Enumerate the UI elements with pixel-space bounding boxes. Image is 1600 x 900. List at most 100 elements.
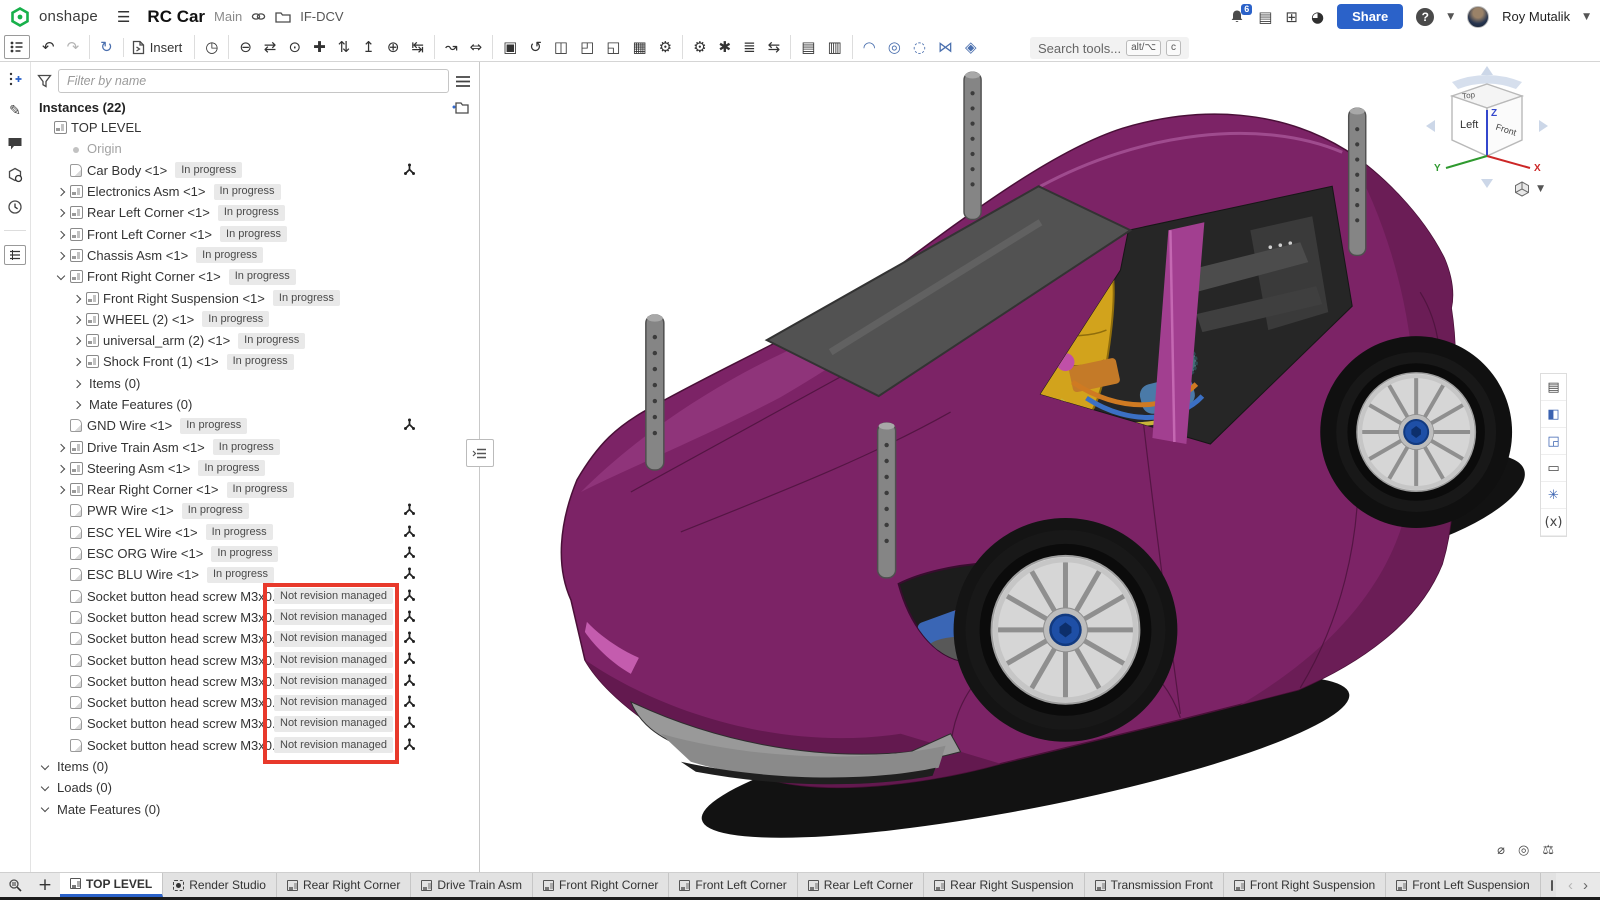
axis-move-icon[interactable]: ⊕	[381, 35, 406, 59]
app-store-icon[interactable]: ⊞	[1285, 8, 1298, 26]
bowtie-view-icon[interactable]: ⋈	[932, 35, 959, 59]
expander-icon[interactable]	[70, 380, 84, 387]
viewport-3d[interactable]: Top Left Front Z X Y ▼ ▤◧◲▭✳(x)	[481, 62, 1600, 872]
expander-icon[interactable]	[54, 275, 68, 279]
tree-row[interactable]: Socket button head screw M3x0.5 x 8 <1> …	[31, 628, 479, 649]
help-caret-icon[interactable]: ▼	[1447, 12, 1454, 22]
gear-relations-icon[interactable]: ⚙	[653, 35, 678, 59]
tree-row[interactable]: Steering Asm <1> In progress	[31, 458, 479, 479]
link-icon[interactable]	[251, 12, 266, 21]
tab-prev-icon[interactable]: ‹	[1568, 877, 1573, 894]
document-tab[interactable]: Transmission Front	[1085, 873, 1224, 897]
translate-icon[interactable]: ⊙	[283, 35, 308, 59]
rain-view-icon[interactable]: ◌	[907, 35, 932, 59]
tree-row[interactable]: Mate Features (0)	[31, 799, 479, 820]
expander-icon[interactable]	[38, 765, 52, 769]
mate-connector-icon[interactable]	[403, 652, 416, 665]
document-tab[interactable]: Drive Train Asm	[411, 873, 533, 897]
named-positions-icon[interactable]: ↺	[523, 35, 548, 59]
expander-icon[interactable]	[54, 252, 68, 259]
add-tab-button[interactable]: +	[30, 873, 60, 897]
tree-row[interactable]: TOP LEVEL	[31, 117, 479, 138]
tree-row[interactable]: Drive Train Asm <1> In progress	[31, 436, 479, 457]
mate-connector-icon[interactable]	[403, 716, 416, 729]
sketch-curve-icon[interactable]: ◠	[852, 35, 882, 59]
section-view-icon[interactable]: ◫	[548, 35, 574, 59]
tree-row[interactable]: Chassis Asm <1> In progress	[31, 245, 479, 266]
tree-row[interactable]: Rear Right Corner <1> In progress	[31, 479, 479, 500]
mate-connector-icon[interactable]	[403, 631, 416, 644]
expander-icon[interactable]	[70, 358, 84, 365]
expander-icon[interactable]	[70, 316, 84, 323]
filter-funnel-icon[interactable]	[37, 74, 52, 88]
tree-row[interactable]: Electronics Asm <1> In progress	[31, 181, 479, 202]
explode-follow-icon[interactable]	[6, 166, 24, 184]
lift-icon[interactable]: ↥	[356, 35, 381, 59]
share-button[interactable]: Share	[1337, 4, 1403, 29]
mate-connector-icon[interactable]	[403, 674, 416, 687]
document-title[interactable]: RC Car	[147, 7, 205, 27]
tree-row[interactable]: Front Left Corner <1> In progress	[31, 223, 479, 244]
user-name[interactable]: Roy Mutalik	[1502, 9, 1570, 24]
spline-drag-icon[interactable]: ↝	[434, 35, 464, 59]
drag-icon[interactable]: ⊖	[228, 35, 258, 59]
list-options-icon[interactable]	[455, 75, 471, 88]
free-drag-icon[interactable]: ⇅	[332, 35, 357, 59]
replicate-icon[interactable]: ⇆	[762, 35, 787, 59]
snap-icon[interactable]: ↹	[405, 35, 430, 59]
tree-row[interactable]: WHEEL (2) <1> In progress	[31, 309, 479, 330]
folder-name[interactable]: IF-DCV	[300, 9, 343, 24]
tree-row[interactable]: Loads (0)	[31, 777, 479, 798]
mate-connector-icon[interactable]	[403, 738, 416, 751]
bom-table-icon[interactable]: ▤	[790, 35, 821, 59]
user-caret-icon[interactable]: ▼	[1583, 12, 1590, 22]
mate-connector-icon[interactable]	[403, 695, 416, 708]
mass-properties-icon[interactable]: ⚖	[1542, 843, 1554, 858]
bom-rail-icon[interactable]	[4, 245, 26, 265]
history-icon[interactable]: ◷	[194, 35, 224, 59]
mate-connector-icon[interactable]	[403, 567, 416, 580]
comments-icon[interactable]	[6, 134, 24, 152]
undo-icon[interactable]: ↶	[36, 35, 61, 59]
appearance-grid-icon[interactable]: ▦	[626, 35, 652, 59]
document-tab[interactable]: TOP LEVEL	[60, 873, 163, 897]
expander-icon[interactable]	[54, 444, 68, 451]
expander-icon[interactable]	[70, 401, 84, 408]
mate-connector-icon[interactable]	[403, 163, 416, 176]
document-tab[interactable]: Front Left Corner	[669, 873, 797, 897]
notifications-bell-icon[interactable]: 6	[1229, 9, 1245, 25]
hamburger-menu-icon[interactable]: ☰	[117, 8, 130, 26]
snapshot-icon[interactable]: ◎	[1518, 843, 1529, 858]
frame-tools-icon[interactable]: ▥	[821, 35, 847, 59]
tree-row[interactable]: GND Wire <1> In progress	[31, 415, 479, 436]
sync-assembly-icon[interactable]: ↻	[89, 35, 119, 59]
document-tab[interactable]: Rear Right Suspension	[924, 873, 1084, 897]
grab-part-icon[interactable]: ◱	[600, 35, 626, 59]
document-tab[interactable]: Front Right Corner	[533, 873, 669, 897]
tree-row[interactable]: Items (0)	[31, 373, 479, 394]
tree-row[interactable]: Front Right Corner <1> In progress	[31, 266, 479, 287]
tab-search-icon[interactable]	[0, 873, 30, 897]
doc-list-icon[interactable]: ▤	[1258, 8, 1272, 26]
cube-top-label[interactable]: Top	[1462, 90, 1477, 101]
redo-icon[interactable]: ↷	[61, 35, 86, 59]
measure-distance-icon[interactable]: ⇔	[464, 35, 489, 59]
mate-icon[interactable]: ⚙	[682, 35, 712, 59]
assembly-tree-toggle[interactable]	[4, 35, 30, 59]
tree-row[interactable]: Car Body <1> In progress	[31, 160, 479, 181]
view-mode-caret-icon[interactable]: ▼	[1537, 184, 1544, 194]
onshape-logo-icon[interactable]	[10, 7, 30, 27]
insert-panel-icon[interactable]: ◲	[1541, 428, 1566, 455]
view-cube[interactable]: Top Left Front Z X Y	[1422, 64, 1552, 194]
tree-row[interactable]: Socket button head screw M3x0.5 x 8 <5> …	[31, 607, 479, 628]
tree-row[interactable]: ESC BLU Wire <1> In progress	[31, 564, 479, 585]
appearance-editor-icon[interactable]: ✎	[6, 102, 24, 120]
help-button[interactable]: ?	[1416, 8, 1434, 26]
view-mode-button[interactable]: ▼	[1513, 180, 1544, 198]
expander-icon[interactable]	[54, 486, 68, 493]
learning-center-icon[interactable]: ◕	[1311, 8, 1324, 26]
tree-row[interactable]: Socket button head screw M3x0.5 x 8 <7> …	[31, 692, 479, 713]
tree-row[interactable]: PWR Wire <1> In progress	[31, 500, 479, 521]
tree-row[interactable]: Socket button head screw M3x0.5 x 8 <6> …	[31, 671, 479, 692]
mate-connector-icon[interactable]	[403, 546, 416, 559]
